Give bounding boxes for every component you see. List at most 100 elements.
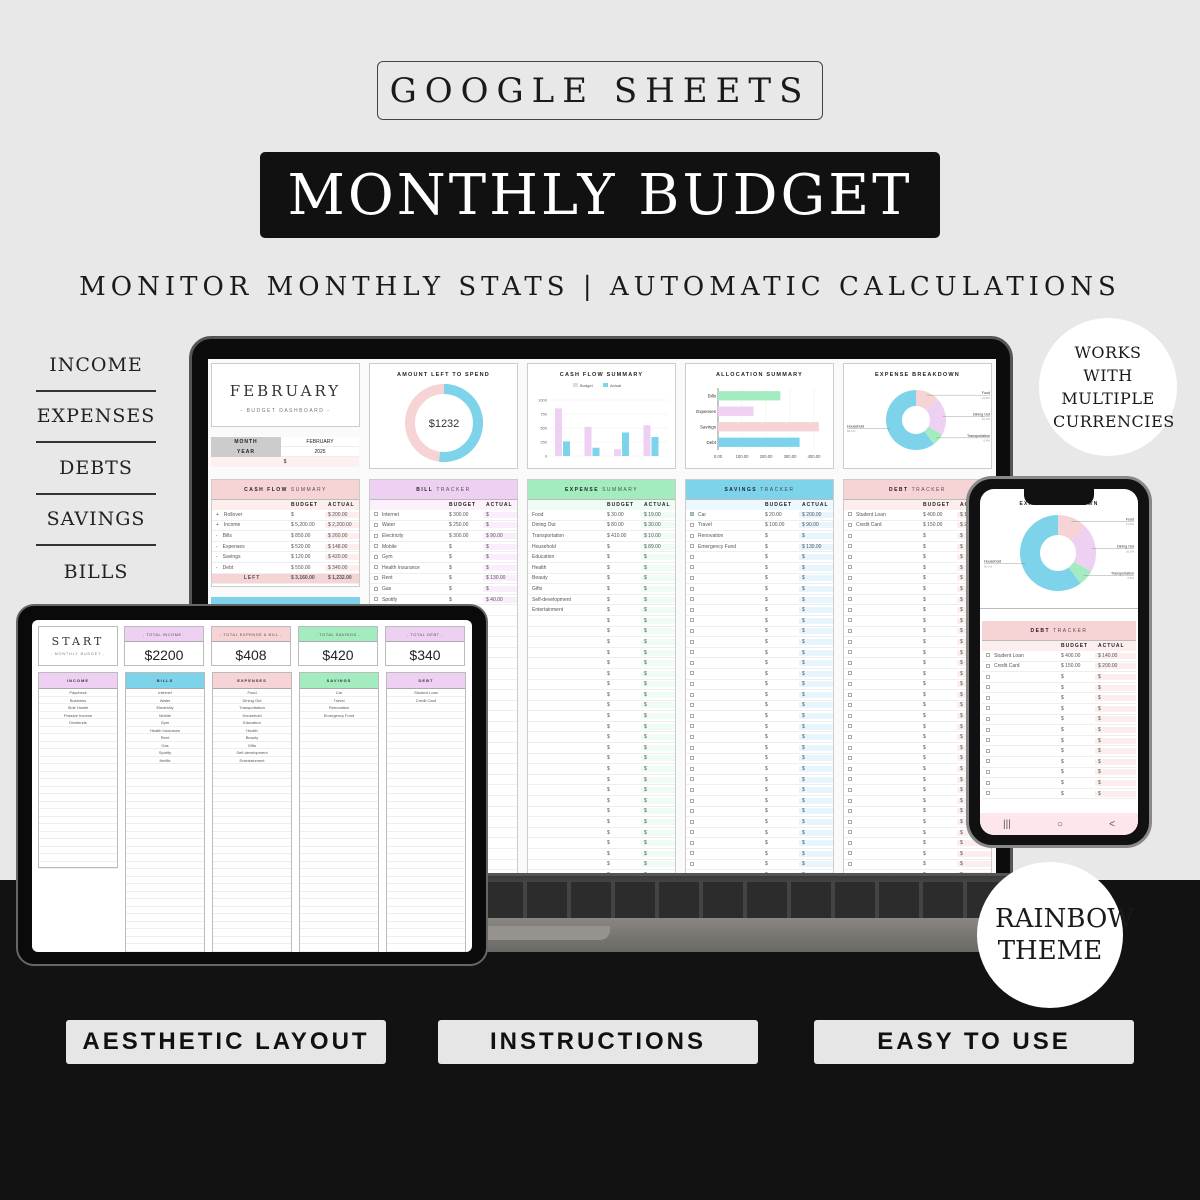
- row-actual-cell[interactable]: $: [483, 543, 517, 550]
- row-actual-cell[interactable]: $: [799, 713, 833, 720]
- checkbox[interactable]: [690, 660, 694, 665]
- row-label[interactable]: Debt: [223, 565, 234, 571]
- checkbox[interactable]: [848, 692, 852, 697]
- row-actual-cell[interactable]: $: [799, 840, 833, 847]
- row-budget-cell[interactable]: $: [604, 766, 641, 772]
- checkbox[interactable]: [374, 565, 378, 570]
- category-item[interactable]: Netflix: [126, 757, 204, 764]
- recent-apps-icon[interactable]: |||: [1003, 819, 1011, 830]
- row-budget-cell[interactable]: $: [446, 597, 483, 603]
- row-budget-cell[interactable]: $: [920, 671, 957, 677]
- checkbox[interactable]: [848, 586, 852, 591]
- category-item[interactable]: Mobile: [126, 712, 204, 719]
- row-budget-cell[interactable]: $ 400.00: [920, 512, 957, 518]
- row-budget-cell[interactable]: $: [604, 554, 641, 560]
- row-budget-cell[interactable]: $: [762, 533, 799, 539]
- row-budget-cell[interactable]: $: [446, 544, 483, 550]
- row-label[interactable]: Student Loan: [856, 512, 886, 518]
- row-label[interactable]: Car: [698, 512, 706, 518]
- row-budget-cell[interactable]: $ 550.00: [288, 565, 325, 571]
- checkbox[interactable]: [848, 862, 852, 867]
- row-budget-cell[interactable]: $: [604, 607, 641, 613]
- row-actual-cell[interactable]: $: [1095, 673, 1136, 680]
- row-budget-cell[interactable]: $: [762, 713, 799, 719]
- category-item[interactable]: Side Hustle: [39, 704, 117, 712]
- row-budget-cell[interactable]: $: [604, 808, 641, 814]
- checkbox[interactable]: [848, 533, 852, 538]
- row-label[interactable]: Beauty: [532, 575, 548, 581]
- row-actual-cell[interactable]: $ 90.00: [483, 532, 517, 539]
- row-actual-cell[interactable]: $: [1095, 716, 1136, 723]
- row-actual-cell[interactable]: $ 420.00: [325, 554, 359, 561]
- row-budget-cell[interactable]: $: [762, 766, 799, 772]
- row-actual-cell[interactable]: $: [641, 755, 675, 762]
- checkbox[interactable]: [690, 565, 694, 570]
- row-budget-cell[interactable]: $: [762, 586, 799, 592]
- row-actual-cell[interactable]: $: [799, 850, 833, 857]
- row-budget-cell[interactable]: $: [604, 575, 641, 581]
- row-label[interactable]: Education: [532, 554, 554, 560]
- row-budget-cell[interactable]: $: [920, 597, 957, 603]
- row-budget-cell[interactable]: $: [920, 681, 957, 687]
- row-actual-cell[interactable]: $ 260.00: [325, 532, 359, 539]
- checkbox[interactable]: [848, 787, 852, 792]
- checkbox[interactable]: [986, 653, 990, 658]
- row-actual-cell[interactable]: $: [799, 564, 833, 571]
- row-actual-cell[interactable]: $: [641, 596, 675, 603]
- row-budget-cell[interactable]: $: [762, 755, 799, 761]
- row-actual-cell[interactable]: $: [1095, 769, 1136, 776]
- row-actual-cell[interactable]: $: [1095, 705, 1136, 712]
- row-budget-cell[interactable]: $: [920, 787, 957, 793]
- row-actual-cell[interactable]: $ 340.00: [325, 564, 359, 571]
- row-actual-cell[interactable]: $: [483, 511, 517, 518]
- row-budget-cell[interactable]: $: [604, 671, 641, 677]
- row-budget-cell[interactable]: $ 850.00: [288, 533, 325, 539]
- row-actual-cell[interactable]: $: [641, 660, 675, 667]
- row-budget-cell[interactable]: $: [920, 586, 957, 592]
- row-actual-cell[interactable]: $: [641, 554, 675, 561]
- row-budget-cell[interactable]: $: [1058, 738, 1095, 744]
- row-budget-cell[interactable]: $: [604, 872, 641, 873]
- row-actual-cell[interactable]: $ 200.00: [1095, 663, 1136, 670]
- row-actual-cell[interactable]: $ 89.00: [641, 543, 675, 550]
- category-item[interactable]: Electricity: [126, 704, 204, 712]
- checkbox[interactable]: [690, 544, 694, 549]
- checkbox[interactable]: [848, 798, 852, 803]
- row-actual-cell[interactable]: $: [641, 871, 675, 873]
- row-actual-cell[interactable]: $ 130.00: [483, 575, 517, 582]
- checkbox[interactable]: [848, 607, 852, 612]
- row-actual-cell[interactable]: $: [641, 617, 675, 624]
- row-actual-cell[interactable]: $: [641, 628, 675, 635]
- checkbox[interactable]: [690, 681, 694, 686]
- checkbox[interactable]: [690, 787, 694, 792]
- row-actual-cell[interactable]: $: [1095, 779, 1136, 786]
- checkbox[interactable]: [986, 695, 990, 700]
- checkbox[interactable]: [690, 586, 694, 591]
- checkbox[interactable]: [690, 597, 694, 602]
- checkbox[interactable]: [690, 533, 694, 538]
- checkbox[interactable]: [848, 819, 852, 824]
- checkbox[interactable]: [848, 734, 852, 739]
- row-actual-cell[interactable]: $: [799, 787, 833, 794]
- row-budget-cell[interactable]: $: [920, 575, 957, 581]
- row-budget-cell[interactable]: $: [762, 872, 799, 873]
- row-actual-cell[interactable]: $: [799, 628, 833, 635]
- category-item[interactable]: Transportation: [213, 704, 291, 712]
- row-actual-cell[interactable]: $: [799, 681, 833, 688]
- checkbox[interactable]: [690, 809, 694, 814]
- row-budget-cell[interactable]: $: [604, 681, 641, 687]
- row-budget-cell[interactable]: $: [762, 787, 799, 793]
- category-item[interactable]: Gym: [126, 719, 204, 727]
- row-actual-cell[interactable]: $: [799, 808, 833, 815]
- row-actual-cell[interactable]: $: [1095, 790, 1136, 797]
- row-actual-cell[interactable]: $ 19.00: [641, 511, 675, 518]
- row-actual-cell[interactable]: $: [483, 522, 517, 529]
- row-actual-cell[interactable]: $ 140.00: [1095, 652, 1136, 659]
- row-budget-cell[interactable]: $: [762, 702, 799, 708]
- row-label[interactable]: Health Insurance: [382, 565, 420, 571]
- checkbox[interactable]: [848, 671, 852, 676]
- checkbox[interactable]: [986, 685, 990, 690]
- row-actual-cell[interactable]: $ 2,200.00: [325, 522, 359, 529]
- row-budget-cell[interactable]: $ 30.00: [604, 512, 641, 518]
- checkbox[interactable]: [986, 780, 990, 785]
